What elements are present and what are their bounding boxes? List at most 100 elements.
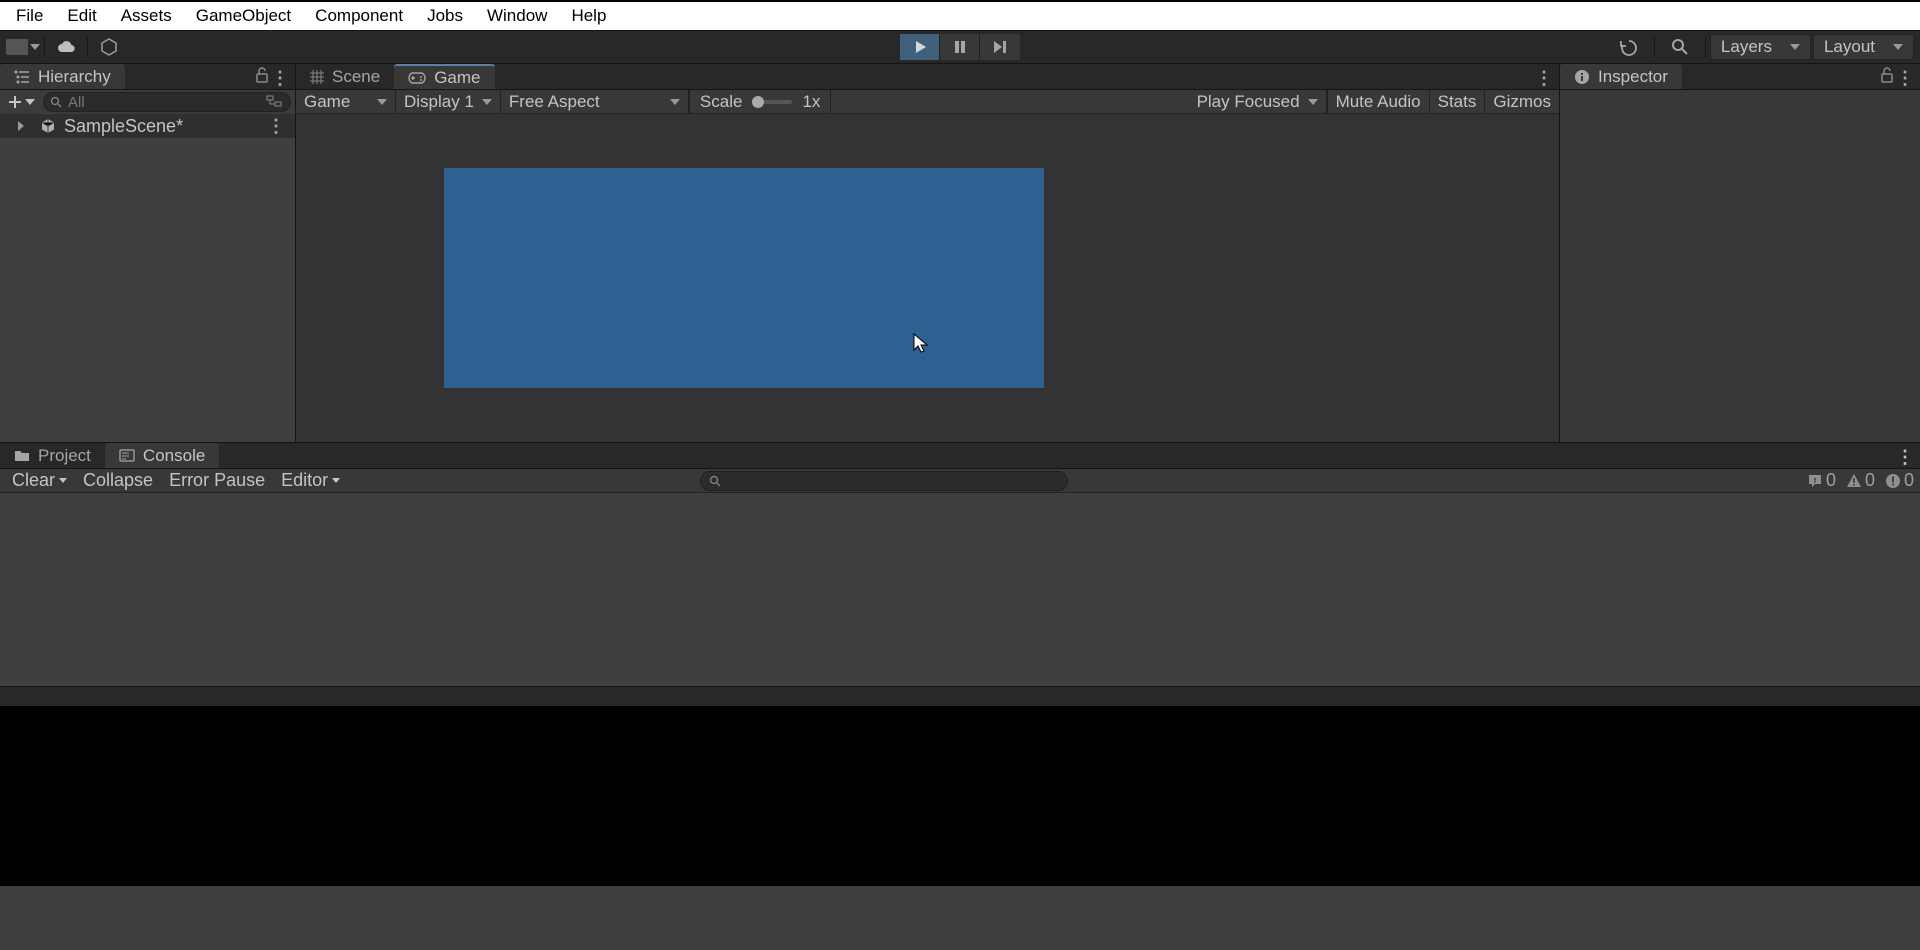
hierarchy-search-type-icon[interactable] — [266, 94, 282, 111]
hierarchy-create-dropdown[interactable] — [4, 93, 39, 111]
chevron-down-icon — [59, 478, 67, 483]
hierarchy-tab-bar: Hierarchy ⋮ — [0, 64, 295, 90]
menu-file[interactable]: File — [4, 3, 55, 29]
pause-icon — [953, 40, 967, 54]
layers-dropdown[interactable]: Layers — [1710, 34, 1811, 60]
package-button[interactable] — [92, 33, 126, 61]
aspect-label: Free Aspect — [509, 92, 600, 112]
game-tab-label: Game — [434, 68, 480, 88]
hierarchy-icon — [14, 70, 30, 84]
console-icon — [119, 449, 135, 462]
tab-inspector[interactable]: Inspector — [1560, 64, 1682, 89]
menu-edit[interactable]: Edit — [55, 3, 108, 29]
aspect-dropdown[interactable]: Free Aspect — [501, 90, 689, 113]
account-dropdown[interactable] — [6, 33, 40, 61]
hierarchy-search-placeholder: All — [68, 94, 85, 111]
play-icon — [913, 40, 927, 54]
hierarchy-search-input[interactable]: All — [43, 92, 291, 112]
tab-scene[interactable]: Scene — [296, 64, 394, 89]
game-canvas — [444, 168, 1044, 388]
console-info-count[interactable]: 0 — [1807, 470, 1836, 491]
console-editor-dropdown[interactable]: Editor — [275, 469, 346, 493]
scale-slider[interactable] — [752, 100, 792, 104]
pause-button[interactable] — [940, 34, 980, 60]
info-icon — [1574, 69, 1590, 85]
mute-audio-toggle[interactable]: Mute Audio — [1327, 90, 1429, 113]
menu-component[interactable]: Component — [303, 3, 415, 29]
menu-assets[interactable]: Assets — [109, 3, 184, 29]
menu-help[interactable]: Help — [559, 3, 618, 29]
plus-icon — [8, 95, 22, 109]
play-focused-dropdown[interactable]: Play Focused — [1189, 90, 1327, 113]
lower-panel-menu[interactable]: ⋮ — [1896, 447, 1914, 468]
scale-slider-knob[interactable] — [752, 96, 764, 108]
game-toolbar: Game Display 1 Free Aspect Scale 1x Play… — [296, 90, 1559, 114]
main-panel-menu[interactable]: ⋮ — [1535, 68, 1553, 89]
undo-history-button[interactable] — [1608, 33, 1650, 61]
search-icon — [1671, 38, 1689, 56]
lock-icon[interactable] — [255, 67, 269, 88]
hierarchy-tab-label: Hierarchy — [38, 67, 111, 87]
console-body[interactable] — [0, 493, 1920, 686]
tab-project[interactable]: Project — [0, 443, 105, 468]
game-mode-label: Game — [304, 92, 350, 112]
console-warning-count[interactable]: 0 — [1846, 470, 1875, 491]
expand-arrow-icon[interactable] — [18, 121, 24, 131]
menu-jobs[interactable]: Jobs — [415, 3, 475, 29]
layout-dropdown[interactable]: Layout — [1813, 34, 1914, 60]
play-focused-label: Play Focused — [1197, 92, 1300, 112]
console-error-count[interactable]: 0 — [1885, 470, 1914, 491]
black-letterbox — [0, 706, 1920, 886]
inspector-body — [1560, 90, 1920, 442]
lock-icon[interactable] — [1880, 67, 1894, 88]
chevron-down-icon — [25, 99, 35, 105]
scene-icon — [310, 70, 324, 84]
unity-logo-icon — [40, 118, 56, 134]
chevron-down-icon — [482, 99, 492, 105]
chevron-down-icon — [1790, 44, 1800, 50]
scale-control: Scale 1x — [689, 90, 832, 113]
game-viewport[interactable] — [296, 114, 1559, 442]
package-icon — [100, 38, 118, 56]
hierarchy-menu-button[interactable]: ⋮ — [271, 68, 289, 89]
cloud-button[interactable] — [49, 33, 83, 61]
hierarchy-scene-item[interactable]: SampleScene* ⋮ — [0, 114, 295, 138]
tab-console[interactable]: Console — [105, 443, 219, 468]
play-button[interactable] — [900, 34, 940, 60]
inspector-menu-button[interactable]: ⋮ — [1896, 68, 1914, 89]
lower-tab-bar: Project Console ⋮ — [0, 443, 1920, 469]
chevron-down-icon — [670, 99, 680, 105]
menu-gameobject[interactable]: GameObject — [184, 3, 303, 29]
layout-label: Layout — [1824, 37, 1875, 57]
game-mode-dropdown[interactable]: Game — [296, 90, 396, 113]
console-toolbar: Clear Collapse Error Pause Editor 0 0 0 — [0, 469, 1920, 493]
console-counters: 0 0 0 — [1807, 470, 1914, 491]
display-dropdown[interactable]: Display 1 — [396, 90, 501, 113]
console-clear-button[interactable]: Clear — [6, 469, 73, 493]
scene-tab-label: Scene — [332, 67, 380, 87]
play-controls — [900, 34, 1020, 60]
hierarchy-toolbar: All — [0, 90, 295, 114]
main-toolbar: Layers Layout — [0, 30, 1920, 64]
console-error-pause-toggle[interactable]: Error Pause — [163, 469, 271, 493]
inspector-tab-label: Inspector — [1598, 67, 1668, 87]
global-search-button[interactable] — [1659, 33, 1701, 61]
tab-hierarchy[interactable]: Hierarchy — [0, 64, 125, 89]
tab-game[interactable]: Game — [394, 64, 494, 89]
inspector-tab-bar: Inspector ⋮ — [1560, 64, 1920, 90]
console-search-input[interactable] — [700, 471, 1068, 491]
chevron-down-icon — [332, 478, 340, 483]
step-button[interactable] — [980, 34, 1020, 60]
menu-window[interactable]: Window — [475, 3, 559, 29]
chevron-down-icon — [377, 99, 387, 105]
cloud-icon — [56, 40, 76, 54]
console-collapse-toggle[interactable]: Collapse — [77, 469, 159, 493]
warning-icon — [1846, 473, 1862, 488]
gizmos-toggle[interactable]: Gizmos — [1484, 90, 1559, 113]
scale-value: 1x — [802, 92, 820, 112]
project-tab-label: Project — [38, 446, 91, 466]
search-icon — [50, 96, 62, 108]
chevron-down-icon — [30, 44, 40, 50]
hierarchy-scene-menu[interactable]: ⋮ — [267, 116, 285, 137]
stats-toggle[interactable]: Stats — [1429, 90, 1485, 113]
